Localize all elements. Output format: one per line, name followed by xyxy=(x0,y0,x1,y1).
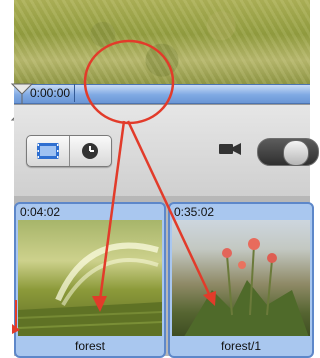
filmstrip-view-button[interactable] xyxy=(27,136,70,166)
clip-item[interactable]: 0:35:02 forest/1 xyxy=(168,202,314,358)
filmstrip-view-icon xyxy=(37,143,59,159)
timecode-display: 0:00:00 xyxy=(30,84,76,102)
clip-title: forest xyxy=(74,339,105,353)
toggle-knob xyxy=(283,140,309,166)
aloe-plant-image xyxy=(184,238,309,336)
clock-view-icon xyxy=(82,143,98,159)
video-preview xyxy=(14,0,310,86)
view-mode-segmented-control[interactable] xyxy=(26,135,112,167)
camera-toggle-switch[interactable] xyxy=(257,138,319,166)
sprinkler-image xyxy=(18,242,162,336)
clip-thumbnail xyxy=(172,220,310,336)
clip-duration: 0:35:02 xyxy=(174,205,215,219)
camera-icon xyxy=(219,143,241,155)
clip-title: forest/1 xyxy=(220,339,262,353)
clip-item[interactable]: 0:04:02 forest xyxy=(14,202,166,358)
clip-duration: 0:04:02 xyxy=(20,205,61,219)
time-view-button[interactable] xyxy=(69,136,111,166)
clip-thumbnail xyxy=(18,220,162,336)
